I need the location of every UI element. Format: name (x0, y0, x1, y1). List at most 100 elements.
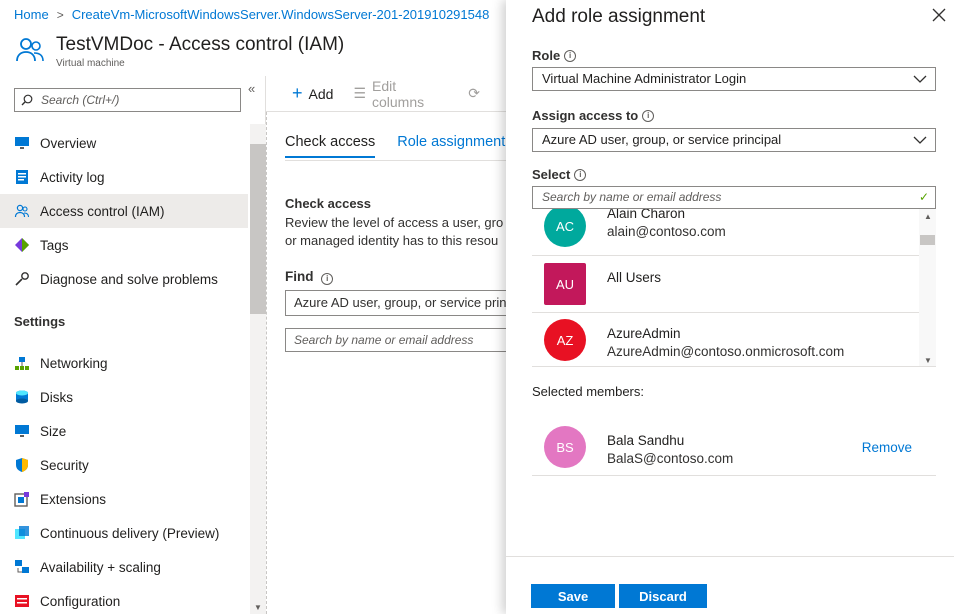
list-item[interactable]: AU All Users (532, 257, 919, 313)
sidebar-item-label: Overview (40, 135, 97, 151)
activity-log-icon (14, 169, 30, 185)
sidebar-item-access-control[interactable]: Access control (IAM) (0, 194, 248, 228)
checkmark-icon: ✓ (918, 190, 929, 204)
delivery-icon (14, 525, 30, 541)
page-subtitle: Virtual machine (56, 58, 125, 69)
sidebar-item-availability[interactable]: Availability + scaling (0, 550, 248, 584)
discard-button[interactable]: Discard (619, 584, 707, 608)
footer-divider (506, 556, 954, 557)
role-dropdown[interactable]: Virtual Machine Administrator Login (532, 67, 936, 91)
settings-section-heading: Settings (14, 313, 66, 329)
save-button[interactable]: Save (531, 584, 615, 608)
menu-search-input[interactable]: Search (Ctrl+/) (14, 88, 241, 112)
tabs-divider (285, 160, 506, 161)
sidebar-item-label: Availability + scaling (40, 559, 161, 575)
info-icon[interactable]: i (564, 49, 577, 62)
close-icon[interactable] (928, 4, 950, 26)
find-search-input[interactable]: Search by name or email address (285, 328, 506, 352)
person-name: AzureAdmin (607, 326, 681, 341)
chevron-down-icon (913, 129, 927, 151)
avatar: AC (544, 209, 586, 247)
select-search-input[interactable]: Search by name or email address ✓ (532, 186, 936, 209)
sidebar-item-extensions[interactable]: Extensions (0, 482, 248, 516)
find-type-dropdown[interactable]: Azure AD user, group, or service prin (285, 290, 506, 316)
menu-scrollbar[interactable]: ▼ (250, 124, 266, 614)
sidebar-item-activity-log[interactable]: Activity log (0, 160, 248, 194)
check-access-desc-line1: Review the level of access a user, gro (285, 215, 504, 230)
sidebar-item-tags[interactable]: Tags (0, 228, 248, 262)
wrench-icon (14, 271, 30, 287)
add-role-assignment-panel: Add role assignment Role i Virtual Machi… (506, 0, 954, 614)
avatar: AZ (544, 319, 586, 361)
sidebar-item-continuous-delivery[interactable]: Continuous delivery (Preview) (0, 516, 248, 550)
sidebar-item-disks[interactable]: Disks (0, 380, 248, 414)
sidebar-item-networking[interactable]: Networking (0, 346, 248, 380)
role-dropdown-value: Virtual Machine Administrator Login (542, 71, 747, 86)
chevron-down-icon (913, 68, 927, 90)
person-name: Alain Charon (607, 209, 686, 221)
scaling-icon (14, 559, 30, 575)
refresh-button[interactable]: ⟳ (468, 85, 486, 102)
sidebar-item-security[interactable]: Security (0, 448, 248, 482)
list-item[interactable]: AC Alain Charon alain@contoso.com (532, 209, 919, 256)
columns-icon: ☰ (353, 85, 366, 101)
avatar: AU (544, 263, 586, 305)
check-access-heading: Check access (285, 196, 372, 211)
info-icon[interactable]: i (642, 109, 655, 122)
tab-role-assignments[interactable]: Role assignment (397, 134, 505, 158)
network-icon (14, 355, 30, 371)
search-icon (21, 94, 33, 106)
collapse-menu-icon[interactable]: « (248, 81, 255, 96)
tab-check-access[interactable]: Check access (285, 134, 376, 158)
breadcrumb-current[interactable]: CreateVm-MicrosoftWindowsServer.WindowsS… (72, 7, 490, 22)
breadcrumb-home[interactable]: Home (14, 7, 49, 22)
main-content: Check access Role assignment Check acces… (266, 112, 506, 614)
info-icon[interactable]: i (574, 168, 587, 181)
sidebar-item-label: Continuous delivery (Preview) (40, 525, 220, 541)
size-icon (14, 423, 30, 439)
sidebar-item-label: Configuration (40, 593, 121, 609)
scroll-down-icon[interactable]: ▼ (924, 356, 932, 365)
results-scrollbar-thumb[interactable] (920, 235, 935, 245)
list-item[interactable]: AZ AzureAdmin AzureAdmin@contoso.onmicro… (532, 313, 919, 366)
results-scrollbar[interactable]: ▲ ▼ (919, 209, 936, 366)
plus-icon: + (292, 83, 303, 103)
iam-tabs: Check access Role assignment (285, 134, 506, 158)
sidebar-item-diagnose[interactable]: Diagnose and solve problems (0, 262, 248, 296)
add-button-label: Add (308, 85, 334, 102)
extensions-icon (14, 491, 30, 507)
panel-title: Add role assignment (532, 6, 706, 27)
add-button[interactable]: + Add (292, 83, 333, 104)
remove-member-link[interactable]: Remove (862, 440, 912, 455)
selected-members-label: Selected members: (532, 384, 644, 399)
sidebar-item-overview[interactable]: Overview (0, 126, 248, 160)
person-name: Bala Sandhu (607, 433, 685, 448)
chevron-right-icon: > (56, 7, 64, 22)
role-label: Role i (532, 48, 577, 63)
breadcrumb: Home > CreateVm-MicrosoftWindowsServer.W… (14, 7, 489, 22)
command-bar: + Add ☰ Edit columns ⟳ (266, 76, 506, 112)
sidebar-item-label: Security (40, 457, 89, 473)
menu-scrollbar-thumb[interactable] (250, 144, 266, 314)
scroll-down-icon[interactable]: ▼ (254, 603, 262, 612)
sidebar-item-label: Access control (IAM) (40, 203, 165, 219)
edit-columns-button[interactable]: ☰ Edit columns (353, 78, 448, 110)
sidebar-item-label: Activity log (40, 169, 105, 185)
refresh-icon: ⟳ (468, 85, 480, 101)
people-icon (14, 203, 30, 219)
info-icon[interactable]: i (321, 272, 334, 285)
assign-access-label: Assign access to i (532, 108, 655, 123)
search-results-list: AC Alain Charon alain@contoso.com AU All… (532, 209, 936, 367)
scroll-up-icon[interactable]: ▲ (924, 212, 932, 221)
person-email: alain@contoso.com (607, 224, 726, 239)
sidebar-item-configuration[interactable]: Configuration (0, 584, 248, 614)
avatar: BS (544, 426, 586, 468)
people-icon (14, 34, 46, 66)
sidebar-item-size[interactable]: Size (0, 414, 248, 448)
select-label: Select i (532, 167, 587, 182)
role-label-text: Role (532, 48, 561, 63)
select-label-text: Select (532, 167, 571, 182)
edit-columns-label: Edit columns (372, 77, 425, 110)
assign-access-dropdown[interactable]: Azure AD user, group, or service princip… (532, 128, 936, 152)
sidebar-item-label: Networking (40, 355, 108, 371)
